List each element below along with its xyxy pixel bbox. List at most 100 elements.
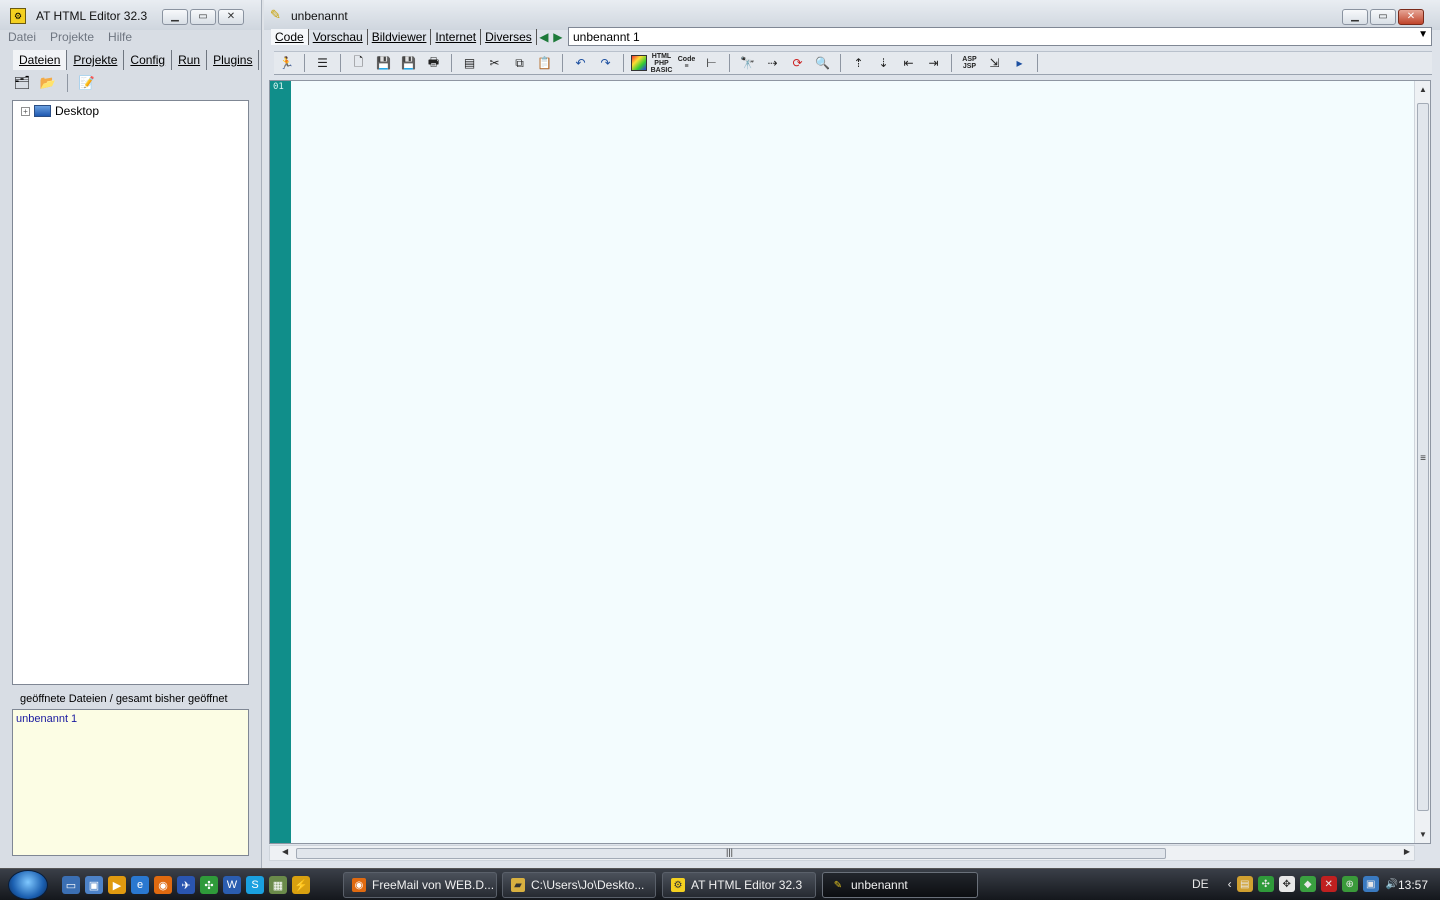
tray-clover-icon[interactable]: ✣ [1257, 876, 1274, 892]
vertical-scrollbar[interactable]: ▲ ≡ ▼ [1414, 81, 1430, 843]
minimize-button[interactable]: ▁ [1342, 9, 1368, 25]
code-editor[interactable]: 01 ▲ ≡ ▼ [269, 80, 1431, 844]
scroll-left-icon[interactable]: ◀ [282, 847, 288, 856]
tab-diverses[interactable]: Diverses [481, 29, 537, 45]
media-player-icon[interactable]: ▶ [108, 876, 126, 894]
list-icon[interactable]: ☰ [312, 53, 333, 73]
taskbar-button-explorer[interactable]: ▰ C:\Users\Jo\Deskto... [502, 872, 656, 898]
list-item[interactable]: unbenannt 1 [16, 713, 77, 725]
tab-code[interactable]: Code [271, 29, 309, 45]
maximize-button[interactable]: ▭ [1370, 9, 1396, 25]
network-icon[interactable]: ▣ [1362, 876, 1379, 892]
line-number: 01 [273, 82, 284, 92]
run-icon[interactable]: 🏃 [276, 53, 297, 73]
scroll-up-icon[interactable]: ▲ [1415, 85, 1431, 94]
move-down-icon[interactable]: ⇣ [873, 53, 894, 73]
forward-arrow-icon[interactable]: ▶ [551, 30, 565, 44]
save-disabled-icon[interactable]: 💾 [373, 53, 394, 73]
language-indicator[interactable]: DE [1192, 877, 1209, 891]
main-titlebar[interactable]: ✎ unbenannt ▁ ▭ ✕ [264, 0, 1440, 30]
save-icon[interactable]: 💾 [398, 53, 419, 73]
editor-launch-icon[interactable]: ⚡ [292, 876, 310, 894]
tab-dateien[interactable]: Dateien [13, 50, 68, 70]
html-php-basic-icon[interactable]: HTML PHP BASIC [651, 53, 673, 74]
start-button[interactable] [8, 870, 48, 900]
left-titlebar[interactable]: ⚙ AT HTML Editor 32.3 ▁ ▭ ✕ [0, 0, 261, 30]
zoom-icon[interactable]: 🔍 [812, 53, 833, 73]
redo-icon[interactable]: ↷ [595, 53, 616, 73]
open-folder-icon[interactable]: 📂 [38, 73, 58, 93]
tab-bildviewer[interactable]: Bildviewer [368, 29, 432, 45]
find-replace-icon[interactable]: ⇢ [762, 53, 783, 73]
maximize-button[interactable]: ▭ [190, 9, 216, 25]
clock[interactable]: 13:57 [1398, 878, 1428, 892]
clover-icon[interactable]: ✣ [200, 876, 218, 894]
paste-icon[interactable]: 📋 [534, 53, 555, 73]
firefox-icon[interactable]: ◉ [154, 876, 172, 894]
tray-app-icon[interactable]: ▤ [1236, 876, 1253, 892]
tray-antivirus-icon[interactable]: ✕ [1320, 876, 1337, 892]
menu-hilfe[interactable]: Hilfe [108, 30, 132, 46]
indent-left-icon[interactable]: ⇤ [898, 53, 919, 73]
tree-item-desktop[interactable]: + Desktop [21, 104, 99, 118]
document-icon[interactable]: ▤ [459, 53, 480, 73]
left-window: ⚙ AT HTML Editor 32.3 ▁ ▭ ✕ Datei Projek… [0, 0, 262, 868]
move-up-icon[interactable]: ⇡ [848, 53, 869, 73]
thunderbird-icon[interactable]: ✈ [177, 876, 195, 894]
file-tree[interactable]: + Desktop [12, 100, 249, 685]
chevron-down-icon[interactable]: ▼ [1418, 29, 1428, 40]
tab-internet[interactable]: Internet [431, 29, 482, 45]
indent-right-icon[interactable]: ⇥ [923, 53, 944, 73]
tab-config[interactable]: Config [124, 50, 173, 70]
find-icon[interactable]: 🔭 [737, 53, 758, 73]
tray-settings-icon[interactable]: ✥ [1278, 876, 1295, 892]
minimize-button[interactable]: ▁ [162, 9, 188, 25]
scroll-down-icon[interactable]: ▼ [1415, 830, 1431, 839]
main-window-title: unbenannt [291, 9, 348, 23]
copy-icon[interactable]: ⧉ [509, 53, 530, 73]
close-button[interactable]: ✕ [218, 9, 244, 25]
cut-icon[interactable]: ✂ [484, 53, 505, 73]
back-arrow-icon[interactable]: ◀ [537, 30, 551, 44]
asp-jsp-icon[interactable]: ASP JSP [959, 53, 980, 73]
app-icon[interactable]: ▦ [269, 876, 287, 894]
edit-file-icon[interactable]: 📝 [77, 73, 97, 93]
undo-icon[interactable]: ↶ [570, 53, 591, 73]
quick-launch: ▭ ▣ ▶ e ◉ ✈ ✣ W S ▦ ⚡ [62, 876, 310, 894]
tree-refresh-icon[interactable]: 🗂 [12, 73, 32, 93]
menu-projekte[interactable]: Projekte [50, 30, 94, 46]
tray-network-activity-icon[interactable]: ⊕ [1341, 876, 1358, 892]
scroll-right-icon[interactable]: ▶ [1404, 847, 1410, 856]
document-select[interactable]: unbenannt 1 ▼ [568, 27, 1432, 46]
tab-projekte[interactable]: Projekte [67, 50, 125, 70]
internet-explorer-icon[interactable]: e [131, 876, 149, 894]
taskbar-button-at-html-editor[interactable]: ⚙ AT HTML Editor 32.3 [662, 872, 816, 898]
tray-expand-icon[interactable]: ‹ [1228, 877, 1232, 891]
toolbar-divider [67, 74, 68, 92]
print-icon[interactable]: 🖶 [423, 53, 444, 73]
horizontal-scrollbar[interactable]: ◀ ||| ▶ [269, 845, 1415, 861]
tab-run[interactable]: Run [172, 50, 208, 70]
play-icon[interactable]: ▸ [1009, 53, 1030, 73]
skype-icon[interactable]: S [246, 876, 264, 894]
tree-view-icon[interactable]: ⊢ [701, 53, 722, 73]
tab-plugins[interactable]: Plugins [207, 50, 260, 70]
switch-windows-icon[interactable]: ▣ [85, 876, 103, 894]
insert-icon[interactable]: ⇲ [984, 53, 1005, 73]
firefox-icon: ◉ [352, 878, 366, 892]
tab-vorschau[interactable]: Vorschau [309, 29, 368, 45]
close-button[interactable]: ✕ [1398, 9, 1424, 25]
taskbar-button-unbenannt[interactable]: ✎ unbenannt [822, 872, 978, 898]
app-icon: ⚙ [671, 878, 685, 892]
expand-icon[interactable]: + [21, 106, 30, 116]
new-file-icon[interactable]: 🗋 [348, 53, 369, 73]
opened-files-list[interactable]: unbenannt 1 [12, 709, 249, 856]
refresh-icon[interactable]: ⟳ [787, 53, 808, 73]
show-desktop-icon[interactable]: ▭ [62, 876, 80, 894]
taskbar-button-freemail[interactable]: ◉ FreeMail von WEB.D... [343, 872, 497, 898]
word-icon[interactable]: W [223, 876, 241, 894]
color-picker-icon[interactable] [631, 55, 647, 71]
menu-datei[interactable]: Datei [8, 30, 36, 46]
tray-shield-icon[interactable]: ◆ [1299, 876, 1316, 892]
code-snippet-icon[interactable]: Code ≡ [676, 53, 697, 73]
